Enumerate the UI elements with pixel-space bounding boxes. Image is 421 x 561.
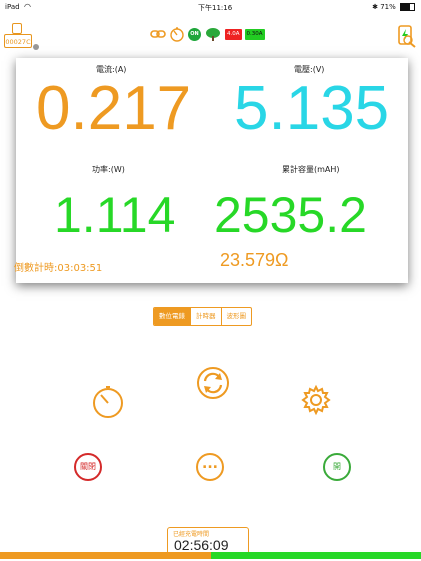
capacity-label: 累計容量(mAH) [282,165,340,174]
view-tabs: 數位電錶 計時器 波形圖 [153,307,252,326]
status-battery: ✱ 71% [372,3,415,11]
close-button[interactable]: 關閉 [74,453,102,481]
header-status-icons: ON 4.0A 0.30A [150,26,265,42]
countdown-timer: 倒數計時:03:03:51 [14,263,103,274]
voltage-chip: 0.30A [244,28,265,40]
meter-panel: 電流:(A) 電壓:(V) 0.217 5.135 功率:(W) 累計容量(mA… [16,58,408,283]
power-label: 功率:(W) [92,165,125,174]
battery-icon [400,3,415,11]
tab-digital-meter[interactable]: 數位電錶 [154,308,190,325]
gauge-icon-button[interactable] [90,384,126,420]
progress-bar-elapsed [0,552,211,559]
charge-timer: 已經充電時間 02:56:09 [167,527,249,555]
wifi-icon: ◠ [24,2,31,11]
connection-dot [33,44,39,50]
stopwatch-icon[interactable] [169,26,185,42]
resistance-value: 23.579Ω [220,250,289,270]
open-button[interactable]: 開 [323,453,351,481]
status-device-name: iPad [5,3,20,11]
link-icon[interactable] [150,29,166,39]
device-code: 00027C [4,34,32,48]
power-on-badge[interactable]: ON [188,27,201,41]
current-chip: 4.0A [225,28,242,40]
refresh-icon-button[interactable] [196,366,230,400]
progress-bar-remaining [211,552,421,559]
voltage-value: 5.135 [234,74,390,143]
status-bar: iPad ◠ 下午11:16 ✱ 71% [0,0,421,14]
battery-percent: 71% [380,3,396,11]
power-value: 1.114 [54,187,176,243]
charge-timer-value: 02:56:09 [174,537,229,553]
current-value: 0.217 [36,74,192,143]
device-button[interactable]: 00027C [4,20,32,48]
gear-icon-button[interactable] [300,384,332,416]
bluetooth-icon: ✱ [372,3,378,11]
tab-timer[interactable]: 計時器 [190,308,221,325]
usb-plug-icon [12,23,22,34]
tree-icon [206,28,220,41]
tab-waveform[interactable]: 波形圖 [220,308,252,325]
status-time: 下午11:16 [198,4,233,12]
more-button[interactable]: ... [196,453,224,481]
charge-icon-button[interactable] [397,24,417,48]
capacity-value: 2535.2 [214,187,367,243]
